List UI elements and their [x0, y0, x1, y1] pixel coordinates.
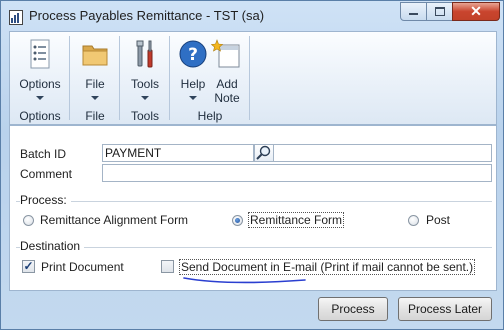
ribbon-group-label: Help: [197, 109, 223, 123]
send-email-label[interactable]: Send Document in E-mail (Print if mail c…: [179, 259, 476, 275]
process-later-button[interactable]: Process Later: [398, 297, 492, 321]
process-payables-remittance-window: Process Payables Remittance - TST (sa) ✕…: [0, 0, 504, 330]
folder-icon: [82, 45, 108, 66]
batch-description-field: [274, 144, 492, 162]
file-button[interactable]: File: [72, 34, 118, 106]
radio-label-post[interactable]: Post: [426, 213, 450, 227]
maximize-button[interactable]: [426, 2, 453, 21]
ribbon-group-file: File File: [70, 32, 120, 124]
send-email-checkbox[interactable]: [161, 260, 174, 273]
maximize-icon: [434, 7, 445, 16]
radio-label-remittance-form[interactable]: Remittance Form: [248, 212, 345, 228]
title-bar[interactable]: Process Payables Remittance - TST (sa) ✕: [1, 1, 503, 31]
app-icon: [9, 10, 23, 25]
batch-id-label: Batch ID: [20, 147, 67, 161]
ribbon-group-label: Options: [19, 109, 61, 123]
ribbon-toolbar: Options Options File File Tools Tools ? …: [9, 31, 497, 125]
tools-icon: [136, 40, 153, 68]
batch-lookup-button[interactable]: [254, 144, 274, 162]
ribbon-group-help: ? Help Add Note Help: [170, 32, 250, 124]
dropdown-arrow-icon: [91, 96, 99, 100]
dropdown-arrow-icon: [36, 96, 44, 100]
print-document-checkbox[interactable]: ✓: [22, 260, 35, 273]
close-button[interactable]: ✕: [452, 2, 500, 21]
options-button[interactable]: Options: [17, 34, 63, 106]
minimize-button[interactable]: [400, 2, 427, 21]
radio-remittance-alignment-form[interactable]: [23, 215, 34, 226]
form-panel: Batch ID PAYMENT Comment Process: Remitt…: [9, 125, 497, 291]
close-icon: ✕: [470, 3, 482, 19]
ribbon-separator: [249, 36, 250, 120]
add-note-button[interactable]: Add Note: [204, 34, 250, 106]
handwritten-underline-annotation: [183, 277, 306, 284]
batch-id-field[interactable]: PAYMENT: [102, 144, 254, 162]
comment-field[interactable]: [102, 164, 492, 182]
dropdown-arrow-icon: [189, 96, 197, 100]
add-note-icon: [211, 39, 240, 68]
radio-remittance-form[interactable]: [232, 215, 243, 226]
svg-text:?: ?: [188, 45, 198, 65]
ribbon-group-options: Options Options: [10, 32, 70, 124]
ribbon-group-label: Tools: [130, 109, 159, 123]
magnifier-icon: [256, 145, 271, 160]
options-list-icon: [30, 39, 50, 69]
window-title: Process Payables Remittance - TST (sa): [29, 8, 265, 23]
destination-group-title: Destination: [20, 239, 85, 253]
minimize-icon: [409, 13, 418, 15]
radio-label-remittance-alignment-form[interactable]: Remittance Alignment Form: [40, 213, 188, 227]
print-document-label[interactable]: Print Document: [41, 260, 124, 274]
ribbon-group-tools: Tools Tools: [120, 32, 170, 124]
radio-post[interactable]: [408, 215, 419, 226]
comment-label: Comment: [20, 167, 73, 181]
ribbon-group-label: File: [85, 109, 105, 123]
tools-button[interactable]: Tools: [122, 34, 168, 106]
process-button[interactable]: Process: [318, 297, 388, 321]
dropdown-arrow-icon: [141, 96, 149, 100]
process-group-title: Process:: [20, 193, 71, 207]
